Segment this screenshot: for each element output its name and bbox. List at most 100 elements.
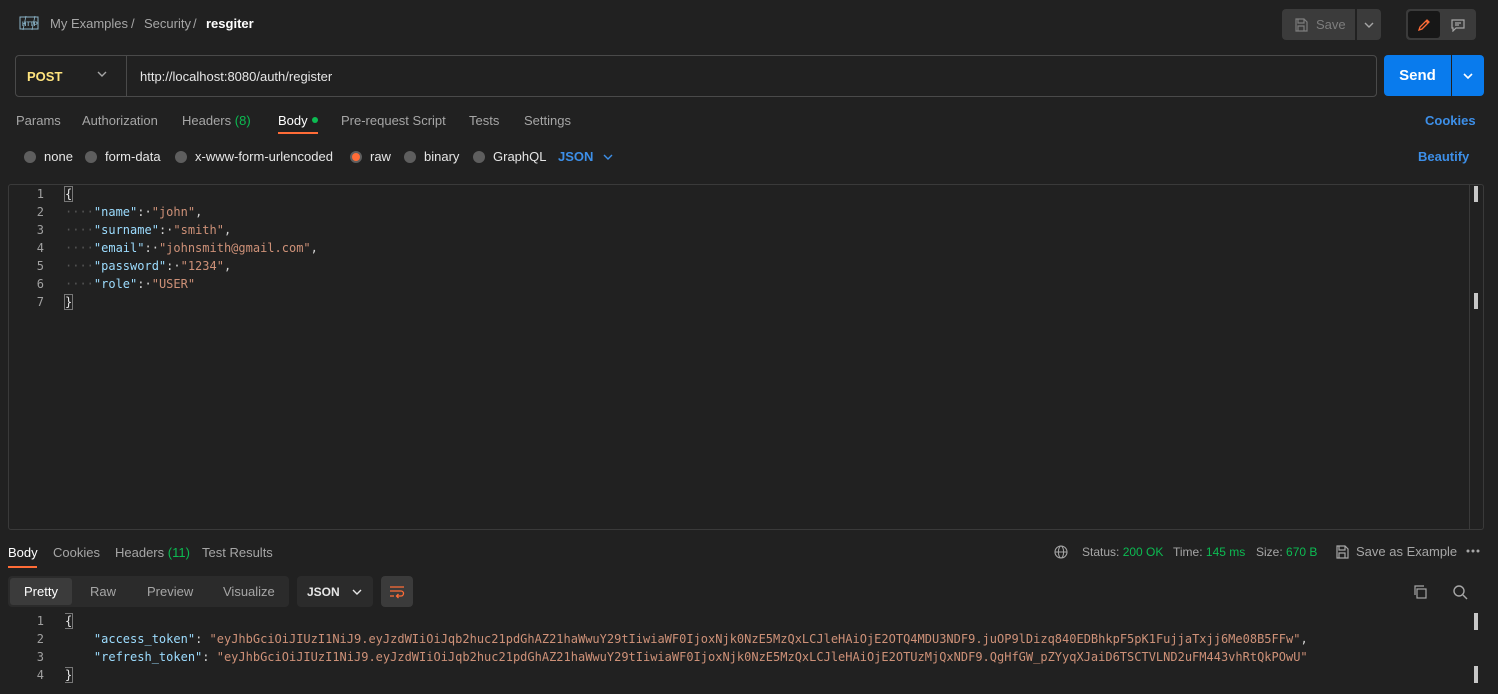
divider [126, 56, 127, 96]
status-readout[interactable]: Status: 200 OK [1082, 545, 1163, 559]
globe-icon[interactable] [1054, 545, 1068, 559]
radio-none[interactable]: none [24, 149, 73, 164]
json-value: "eyJhbGciOiJIUzI1NiJ9.eyJzdWIiOiJqb2huc2… [209, 632, 1301, 646]
save-as-example-button[interactable]: Save as Example [1335, 544, 1457, 559]
line-number: 7 [36, 295, 44, 309]
response-tab-test-results[interactable]: Test Results [202, 545, 273, 560]
json-comma: , [310, 241, 318, 255]
breadcrumb-workspace[interactable]: My Examples [50, 16, 128, 31]
tab-params[interactable]: Params [16, 113, 61, 128]
body-format-select[interactable]: JSON [558, 149, 613, 164]
tab-pre-request-script[interactable]: Pre-request Script [341, 113, 446, 128]
search-icon[interactable] [1452, 584, 1468, 600]
radio-circle [85, 150, 97, 163]
radio-binary-label: binary [424, 149, 460, 164]
scrollbar-marker [1474, 666, 1478, 683]
json-key: "name" [93, 205, 138, 219]
response-tab-headers[interactable]: Headers (11) [115, 545, 190, 560]
tab-settings[interactable]: Settings [524, 113, 571, 128]
radio-circle [473, 150, 485, 163]
size-label: Size: [1256, 545, 1283, 559]
breadcrumb-separator: / [193, 16, 197, 31]
tab-tests[interactable]: Tests [469, 113, 499, 128]
edit-mode-button[interactable] [1408, 11, 1440, 38]
scrollbar-thumb[interactable] [1474, 613, 1478, 630]
breadcrumb-folder[interactable]: Security [144, 16, 191, 31]
line-number: 2 [36, 632, 44, 646]
radio-graphql[interactable]: GraphQL [473, 149, 546, 164]
tab-body-label: Body [278, 113, 308, 128]
send-dropdown-button[interactable] [1452, 55, 1484, 96]
json-key: "role" [93, 277, 138, 291]
scrollbar-thumb[interactable] [1474, 186, 1478, 202]
view-raw-button[interactable]: Raw [90, 584, 116, 599]
tab-headers-label: Headers [182, 113, 232, 128]
wrap-lines-icon [390, 585, 405, 598]
radio-circle-selected [350, 150, 362, 163]
save-label: Save [1316, 17, 1346, 32]
json-comma: , [195, 205, 203, 219]
radio-binary[interactable]: binary [404, 149, 459, 164]
tab-body[interactable]: Body [278, 113, 318, 128]
chevron-down-icon [1364, 22, 1374, 28]
save-button[interactable]: Save [1282, 9, 1355, 40]
line-number: 6 [36, 277, 44, 291]
more-options-icon[interactable] [1466, 549, 1480, 553]
save-icon [1336, 544, 1349, 559]
json-comma: , [223, 259, 232, 273]
tab-headers[interactable]: Headers (8) [182, 113, 251, 128]
request-body-code[interactable]: { ····"name":·"john", ····"surname":·"sm… [63, 185, 1455, 325]
response-tab-cookies[interactable]: Cookies [53, 545, 100, 560]
radio-form-data-label: form-data [105, 149, 161, 164]
comments-button[interactable] [1442, 11, 1474, 38]
line-number: 4 [36, 241, 44, 255]
time-label: Time: [1173, 545, 1203, 559]
breadcrumb-separator: / [131, 16, 135, 31]
line-number: 5 [36, 259, 44, 273]
json-value: "eyJhbGciOiJIUzI1NiJ9.eyJzdWIiOiJqb2huc2… [216, 650, 1308, 664]
send-button[interactable]: Send [1384, 55, 1451, 96]
method-select[interactable]: POST [27, 69, 62, 84]
save-dropdown-button[interactable] [1357, 9, 1381, 40]
json-key: "password" [93, 259, 167, 273]
json-value: "USER" [151, 277, 196, 291]
tab-authorization[interactable]: Authorization [82, 113, 158, 128]
save-icon [1295, 17, 1308, 32]
radio-raw[interactable]: raw [350, 149, 391, 164]
json-value: "johnsmith@gmail.com" [158, 241, 311, 255]
json-value: "john" [151, 205, 196, 219]
http-request-icon: HTTP [19, 15, 39, 31]
json-comma: , [223, 223, 232, 237]
size-readout[interactable]: Size: 670 B [1256, 545, 1317, 559]
response-tab-body[interactable]: Body [8, 545, 38, 560]
view-visualize-button[interactable]: Visualize [223, 584, 275, 599]
beautify-link[interactable]: Beautify [1418, 149, 1469, 164]
json-value: "smith" [173, 223, 224, 237]
comment-icon [1451, 18, 1465, 32]
request-name[interactable]: resgiter [206, 16, 254, 31]
active-response-tab-indicator [8, 566, 37, 568]
wrap-lines-button[interactable] [381, 576, 413, 607]
time-readout[interactable]: Time: 145 ms [1173, 545, 1245, 559]
json-key: "access_token" [93, 632, 196, 646]
body-indicator-dot [311, 117, 318, 123]
copy-icon[interactable] [1412, 584, 1428, 600]
chevron-down-icon[interactable] [96, 70, 108, 78]
radio-form-data[interactable]: form-data [85, 149, 161, 164]
editor-scrollbar[interactable] [1469, 185, 1470, 529]
cookies-link[interactable]: Cookies [1425, 113, 1476, 128]
scrollbar-marker [1474, 293, 1478, 309]
chevron-down-icon [352, 589, 362, 595]
view-pretty-button[interactable]: Pretty [10, 578, 72, 605]
radio-urlencoded[interactable]: x-www-form-urlencoded [175, 149, 333, 164]
radio-graphql-label: GraphQL [493, 149, 547, 164]
close-brace: } [63, 294, 74, 310]
view-preview-button[interactable]: Preview [147, 584, 193, 599]
response-body-code[interactable]: { "access_token": "eyJhbGciOiJIUzI1NiJ9.… [65, 612, 1465, 688]
response-format-select[interactable]: JSON [297, 576, 373, 607]
chevron-down-icon [603, 154, 613, 160]
radio-raw-label: raw [370, 149, 391, 164]
radio-none-label: none [44, 149, 73, 164]
time-value: 145 ms [1205, 545, 1246, 559]
url-input[interactable]: http://localhost:8080/auth/register [140, 69, 332, 84]
